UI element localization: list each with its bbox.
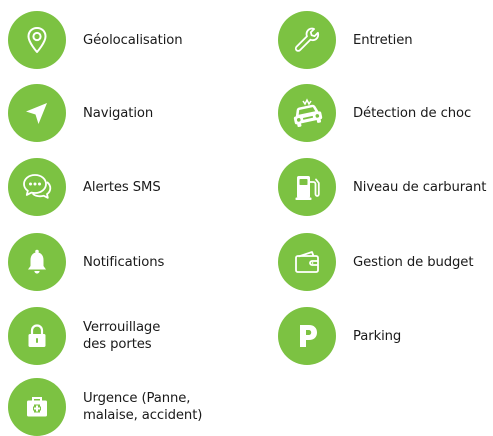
feature-label: Verrouillage des portes (83, 319, 160, 353)
feature-parking: Parking (278, 307, 401, 365)
parking-icon (278, 307, 336, 365)
feature-label: Détection de choc (353, 105, 472, 121)
feature-sms-alerts: Alertes SMS (8, 158, 161, 216)
location-pin-icon (8, 11, 66, 69)
car-crash-icon (278, 84, 336, 142)
feature-door-lock: Verrouillage des portes (8, 307, 160, 365)
feature-label: Navigation (83, 105, 154, 121)
fuel-pump-icon (278, 158, 336, 216)
feature-label-line: Verrouillage (83, 320, 161, 335)
feature-label-line: Urgence (Panne, (83, 391, 191, 406)
feature-label: Niveau de carburant (353, 179, 487, 195)
wrench-icon (278, 11, 336, 69)
feature-label: Géolocalisation (83, 32, 183, 48)
feature-label: Notifications (83, 254, 165, 270)
feature-label: Parking (353, 328, 402, 344)
feature-navigation: Navigation (8, 84, 153, 142)
feature-budget-management: Gestion de budget (278, 233, 473, 291)
feature-maintenance: Entretien (278, 11, 413, 69)
bell-icon (8, 233, 66, 291)
feature-geolocation: Géolocalisation (8, 11, 183, 69)
feature-label: Gestion de budget (353, 254, 474, 270)
feature-fuel-level: Niveau de carburant (278, 158, 486, 216)
chat-bubbles-icon (8, 158, 66, 216)
feature-label-line: malaise, accident) (83, 408, 203, 423)
feature-label-line: des portes (83, 337, 152, 352)
feature-label: Urgence (Panne, malaise, accident) (83, 390, 202, 424)
feature-crash-detection: Détection de choc (278, 84, 471, 142)
navigation-arrow-icon (8, 84, 66, 142)
padlock-icon (8, 307, 66, 365)
feature-emergency: Urgence (Panne, malaise, accident) (8, 378, 202, 436)
wallet-icon (278, 233, 336, 291)
feature-notifications: Notifications (8, 233, 164, 291)
feature-label: Alertes SMS (83, 179, 161, 195)
first-aid-kit-icon (8, 378, 66, 436)
feature-label: Entretien (353, 32, 413, 48)
